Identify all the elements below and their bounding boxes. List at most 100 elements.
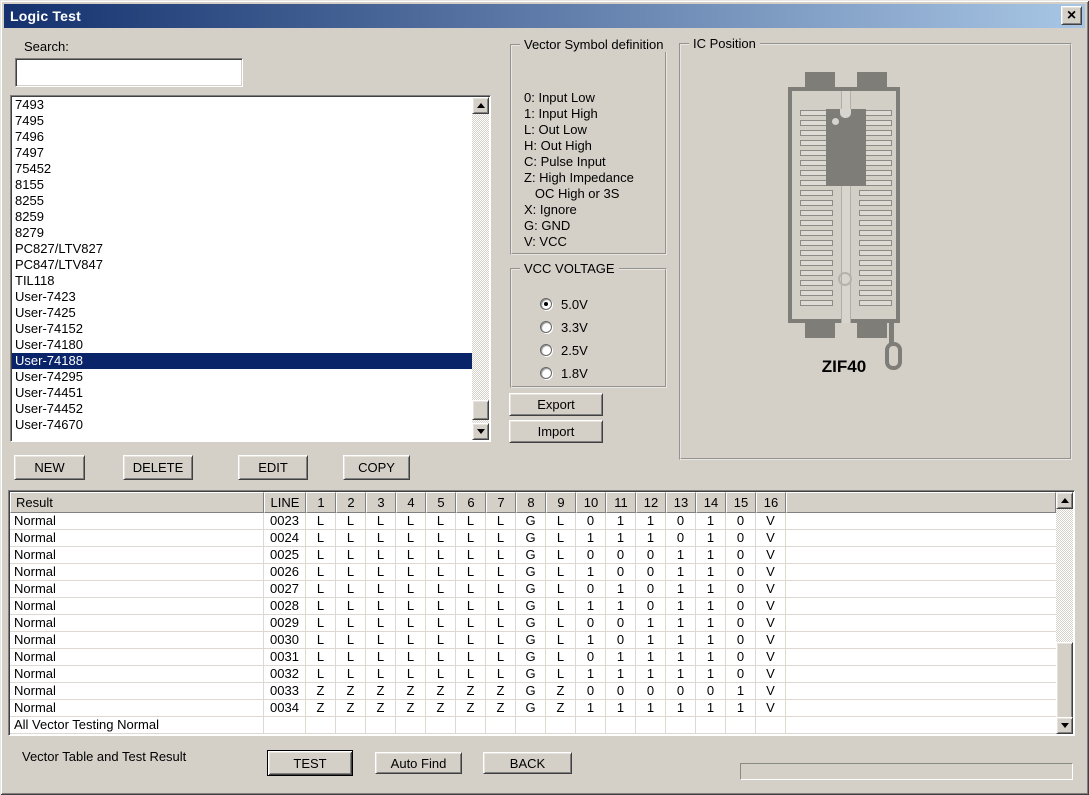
back-button[interactable]: BACK — [483, 752, 572, 774]
column-header-pin[interactable]: 11 — [606, 492, 636, 513]
table-row[interactable]: Normal 0028 L L L L L L L G L 1 1 0 1 1 0 V — [10, 598, 1056, 615]
cell-line: 0028 — [264, 598, 306, 615]
table-row[interactable]: Normal 0033 Z Z Z Z Z Z Z G Z 0 0 0 0 0 1 V — [10, 683, 1056, 700]
list-item[interactable]: 75452 — [12, 161, 472, 177]
cell-pin-value: L — [336, 513, 366, 530]
table-header: Result LINE 1 2 3 4 5 6 7 8 9 10 11 12 13 14 15 16 — [10, 492, 1056, 513]
column-header-result[interactable]: Result — [10, 492, 264, 513]
cell-pin-value: G — [516, 683, 546, 700]
column-header-pin[interactable]: 15 — [726, 492, 756, 513]
list-item[interactable]: User-7425 — [12, 305, 472, 321]
column-header-pin[interactable]: 13 — [666, 492, 696, 513]
scroll-up-button[interactable] — [472, 97, 489, 114]
column-header-pin[interactable]: 6 — [456, 492, 486, 513]
cell-pin-value: 1 — [666, 649, 696, 666]
cell-filler — [786, 649, 1056, 666]
column-header-pin[interactable]: 3 — [366, 492, 396, 513]
list-item[interactable]: 8255 — [12, 193, 472, 209]
cell-pin-value: L — [456, 598, 486, 615]
list-item[interactable]: 8155 — [12, 177, 472, 193]
device-list[interactable]: 7493 7495 7496 7497 75452 8155 8255 8259 8279 PC8… — [10, 95, 491, 442]
list-item[interactable]: PC847/LTV847 — [12, 257, 472, 273]
copy-button[interactable]: COPY — [343, 455, 410, 480]
cell-pin-value: G — [516, 615, 546, 632]
vcc-option[interactable]: 1.8V — [540, 365, 588, 381]
auto-find-button[interactable]: Auto Find — [375, 752, 462, 774]
edit-button[interactable]: EDIT — [238, 455, 308, 480]
table-row[interactable]: Normal 0030 L L L L L L L G L 1 0 1 1 1 0 V — [10, 632, 1056, 649]
import-button[interactable]: Import — [509, 420, 603, 443]
column-header-line[interactable]: LINE — [264, 492, 306, 513]
column-header-pin[interactable]: 4 — [396, 492, 426, 513]
list-item[interactable]: PC827/LTV827 — [12, 241, 472, 257]
table-row[interactable]: Normal 0026 L L L L L L L G L 1 0 0 1 1 0 V — [10, 564, 1056, 581]
column-header-pin[interactable]: 10 — [576, 492, 606, 513]
scroll-thumb[interactable] — [472, 400, 489, 420]
column-header-pin[interactable]: 9 — [546, 492, 576, 513]
list-item[interactable]: User-74152 — [12, 321, 472, 337]
list-item[interactable]: 7493 — [12, 97, 472, 113]
scroll-thumb[interactable] — [1056, 642, 1073, 719]
cell-pin-value: L — [366, 513, 396, 530]
result-table[interactable]: Result LINE 1 2 3 4 5 6 7 8 9 10 11 12 13 14 15 16 Normal… — [8, 490, 1075, 736]
column-header-pin[interactable]: 7 — [486, 492, 516, 513]
symbol-line: 0: Input Low — [524, 90, 595, 105]
column-header-pin[interactable]: 2 — [336, 492, 366, 513]
cell-pin-value — [306, 717, 336, 734]
list-item[interactable]: User-74670 — [12, 417, 472, 433]
scroll-down-button[interactable] — [472, 423, 489, 440]
list-scrollbar[interactable] — [472, 97, 489, 440]
table-row[interactable]: Normal 0027 L L L L L L L G L 0 1 0 1 1 0 V — [10, 581, 1056, 598]
table-row[interactable]: Normal 0025 L L L L L L L G L 0 0 0 1 1 0 V — [10, 547, 1056, 564]
cell-pin-value: L — [366, 615, 396, 632]
list-item[interactable]: User-74188 — [12, 353, 472, 369]
table-row[interactable]: Normal 0024 L L L L L L L G L 1 1 1 0 1 0 V — [10, 530, 1056, 547]
search-input[interactable] — [15, 58, 243, 87]
list-item[interactable]: User-74452 — [12, 401, 472, 417]
export-button[interactable]: Export — [509, 393, 603, 416]
table-row[interactable]: Normal 0029 L L L L L L L G L 0 0 1 1 1 0 V — [10, 615, 1056, 632]
title-bar[interactable]: Logic Test × — [4, 4, 1085, 28]
new-button[interactable]: NEW — [14, 455, 85, 480]
list-item[interactable]: 8279 — [12, 225, 472, 241]
scroll-down-button[interactable] — [1056, 717, 1073, 734]
column-header-pin[interactable]: 5 — [426, 492, 456, 513]
list-item[interactable]: User-74451 — [12, 385, 472, 401]
symbol-line: L: Out Low — [524, 122, 587, 137]
list-item[interactable]: User-74180 — [12, 337, 472, 353]
list-item[interactable]: 7497 — [12, 145, 472, 161]
table-scrollbar[interactable] — [1056, 492, 1073, 734]
vcc-option[interactable]: 5.0V — [540, 296, 588, 312]
list-item[interactable]: User-7423 — [12, 289, 472, 305]
delete-button[interactable]: DELETE — [123, 455, 193, 480]
cell-pin-value: V — [756, 700, 786, 717]
vcc-option[interactable]: 2.5V — [540, 342, 588, 358]
arrow-up-icon — [1060, 498, 1069, 503]
cell-pin-value: L — [306, 666, 336, 683]
cell-pin-value: L — [486, 666, 516, 683]
column-header-pin[interactable]: 14 — [696, 492, 726, 513]
test-button[interactable]: TEST — [267, 750, 353, 776]
vcc-option[interactable]: 3.3V — [540, 319, 588, 335]
column-header-pin[interactable]: 8 — [516, 492, 546, 513]
close-button[interactable]: × — [1061, 6, 1082, 25]
column-header-pin[interactable]: 12 — [636, 492, 666, 513]
cell-pin-value: G — [516, 530, 546, 547]
list-item[interactable]: 7496 — [12, 129, 472, 145]
table-row[interactable]: Normal 0023 L L L L L L L G L 0 1 1 0 1 0 V — [10, 513, 1056, 530]
table-row[interactable]: Normal 0032 L L L L L L L G L 1 1 1 1 1 0 V — [10, 666, 1056, 683]
cell-pin-value: L — [456, 632, 486, 649]
table-row[interactable]: Normal 0034 Z Z Z Z Z Z Z G Z 1 1 1 1 1 1 V — [10, 700, 1056, 717]
column-header-pin[interactable]: 16 — [756, 492, 786, 513]
scroll-up-button[interactable] — [1056, 492, 1073, 509]
cell-pin-value: V — [756, 598, 786, 615]
list-item[interactable]: 8259 — [12, 209, 472, 225]
list-item[interactable]: User-74295 — [12, 369, 472, 385]
list-item[interactable]: TIL118 — [12, 273, 472, 289]
cell-pin-value: 1 — [606, 530, 636, 547]
table-row[interactable]: Normal 0031 L L L L L L L G L 0 1 1 1 1 0 V — [10, 649, 1056, 666]
list-item[interactable]: 7495 — [12, 113, 472, 129]
cell-pin-value: 0 — [636, 598, 666, 615]
column-header-pin[interactable]: 1 — [306, 492, 336, 513]
cell-pin-value: 1 — [666, 598, 696, 615]
